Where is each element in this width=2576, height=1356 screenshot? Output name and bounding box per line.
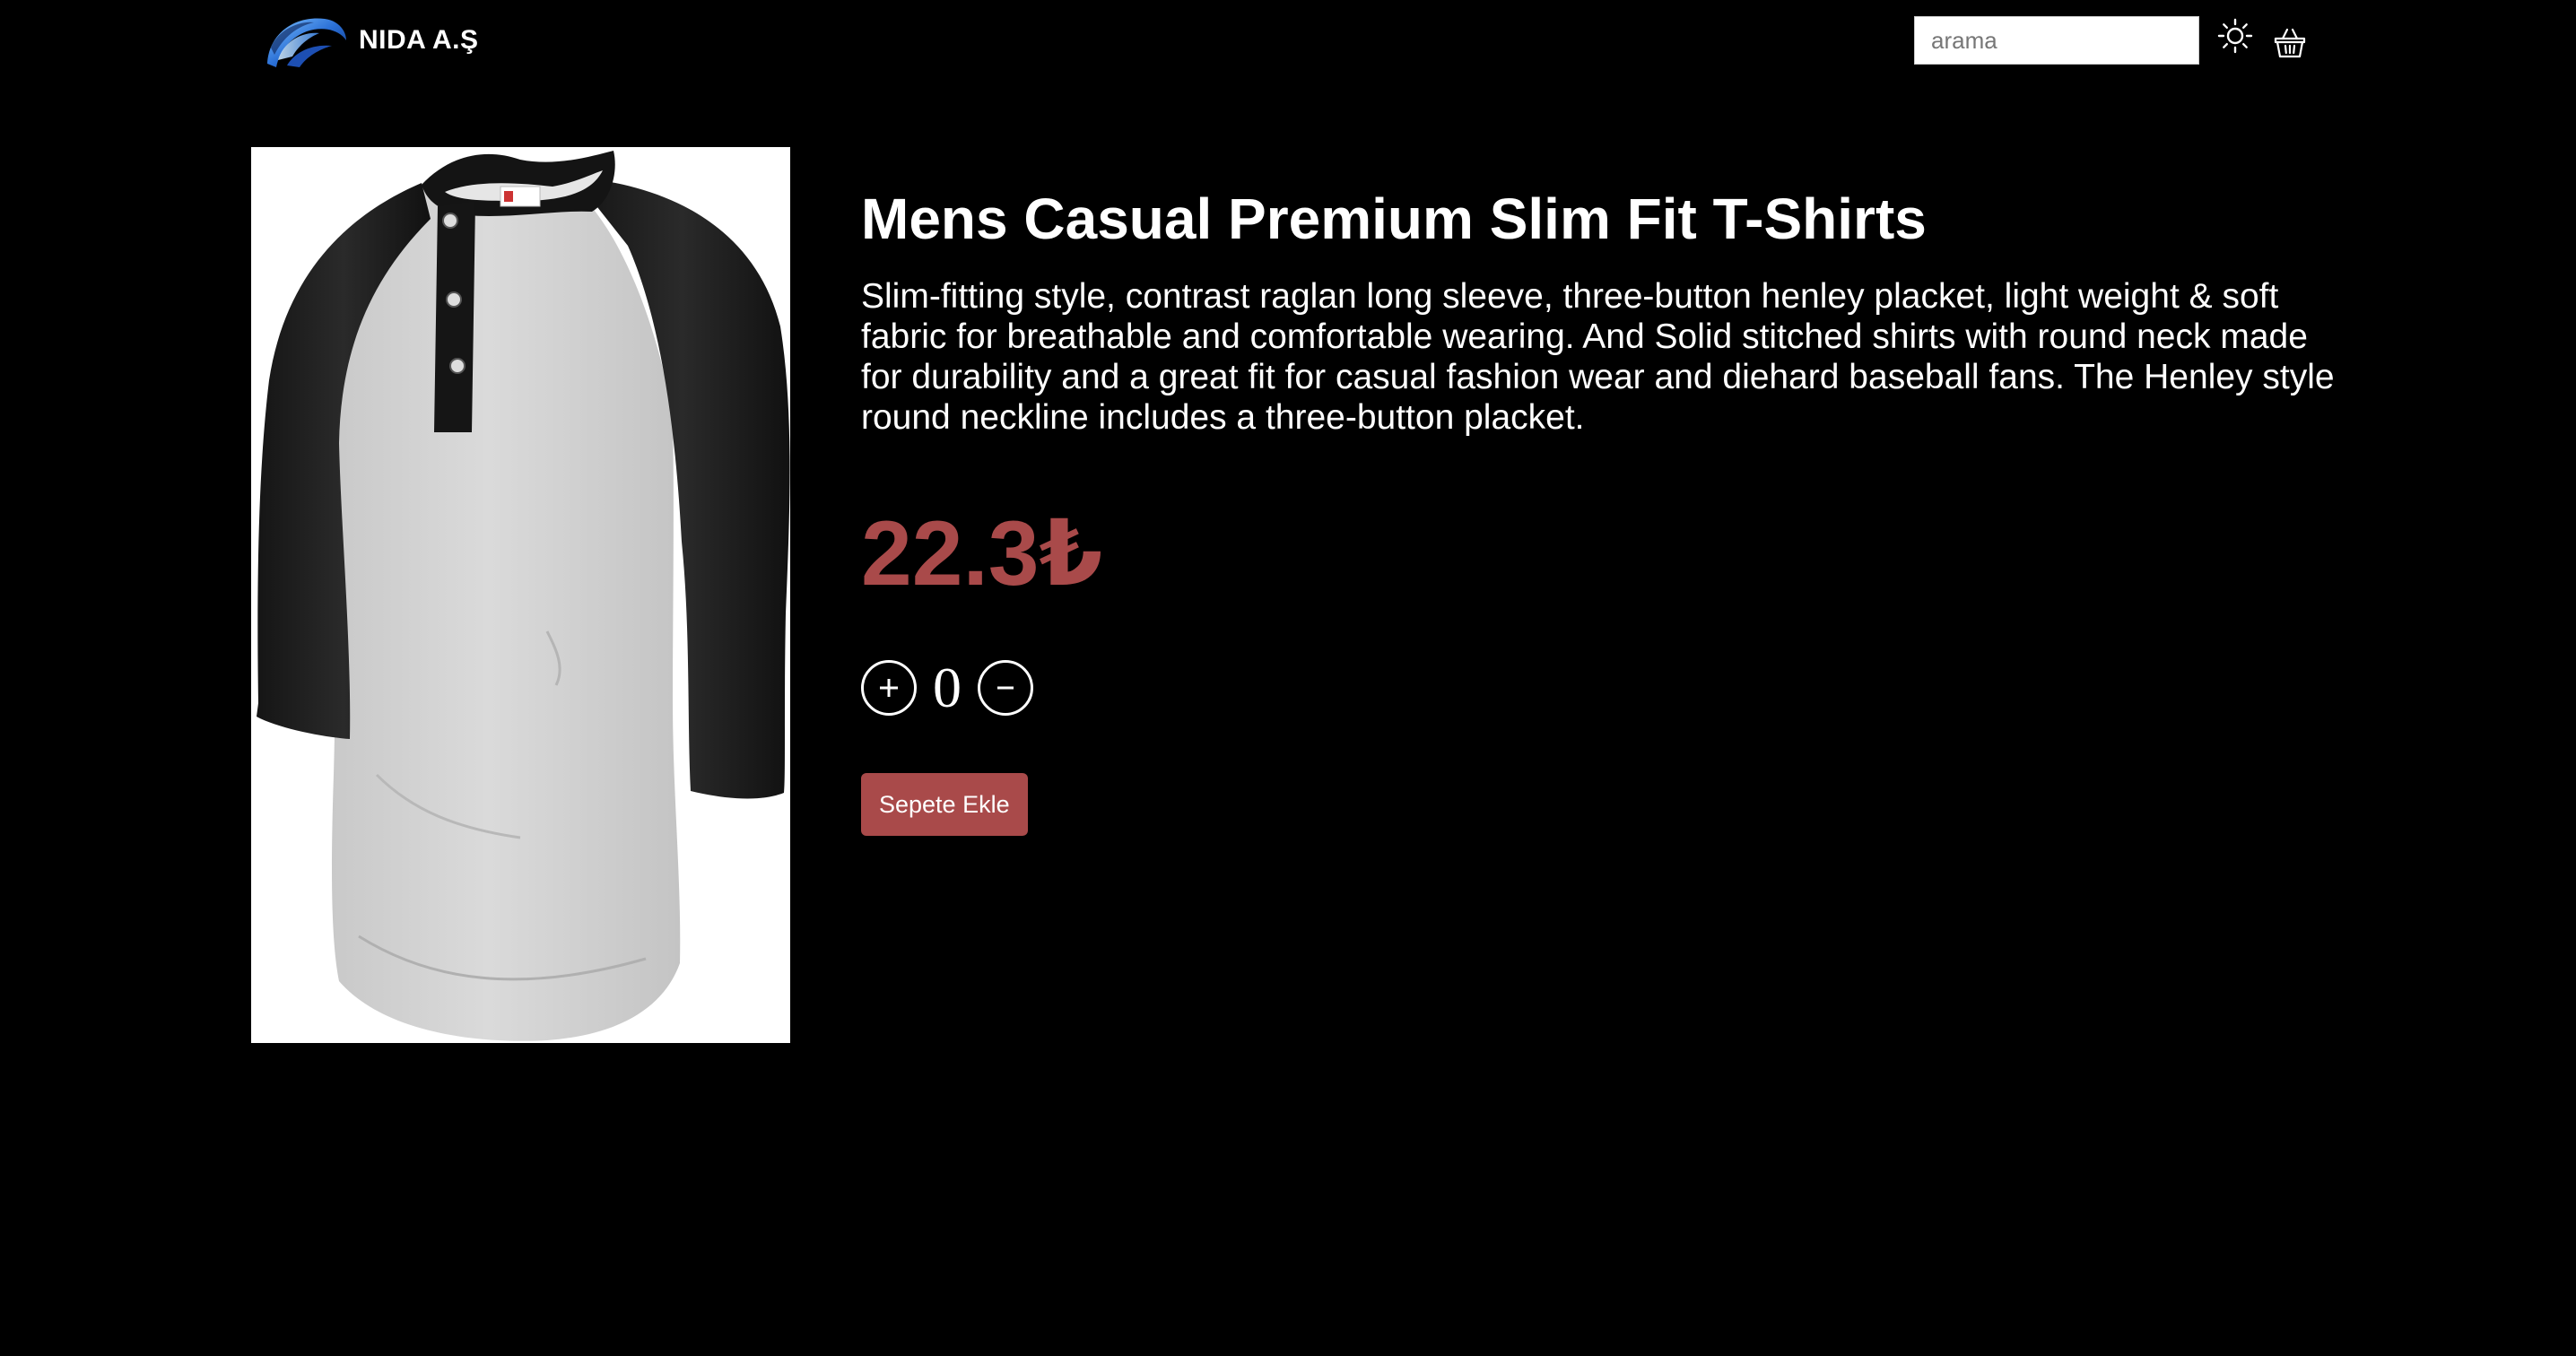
cart-button[interactable] <box>2272 25 2308 61</box>
quantity-stepper: 0 <box>861 656 2350 719</box>
shopping-basket-icon <box>2274 28 2306 58</box>
theme-toggle-button[interactable] <box>2217 18 2253 54</box>
add-to-cart-button[interactable]: Sepete Ekle <box>861 773 1028 836</box>
product-price: 22.3₺ <box>861 502 1103 604</box>
quantity-value: 0 <box>933 656 962 719</box>
search-input[interactable] <box>1914 16 2199 65</box>
plus-icon <box>880 679 898 697</box>
logo-icon <box>267 18 346 67</box>
product-description: Slim-fitting style, contrast raglan long… <box>861 277 2335 437</box>
sun-icon <box>2217 18 2253 54</box>
product-info: Mens Casual Premium Slim Fit T-Shirts Sl… <box>861 179 2350 836</box>
brand-name: NIDA A.Ş <box>359 25 479 55</box>
product-title: Mens Casual Premium Slim Fit T-Shirts <box>861 187 1927 251</box>
increase-quantity-button[interactable] <box>861 660 917 716</box>
decrease-quantity-button[interactable] <box>978 660 1033 716</box>
minus-icon <box>997 686 1014 690</box>
site-header: NIDA A.Ş <box>0 0 2576 90</box>
product-image <box>251 147 790 1043</box>
raglan-henley-shirt-image <box>257 151 790 1041</box>
brand[interactable]: NIDA A.Ş <box>260 9 478 72</box>
